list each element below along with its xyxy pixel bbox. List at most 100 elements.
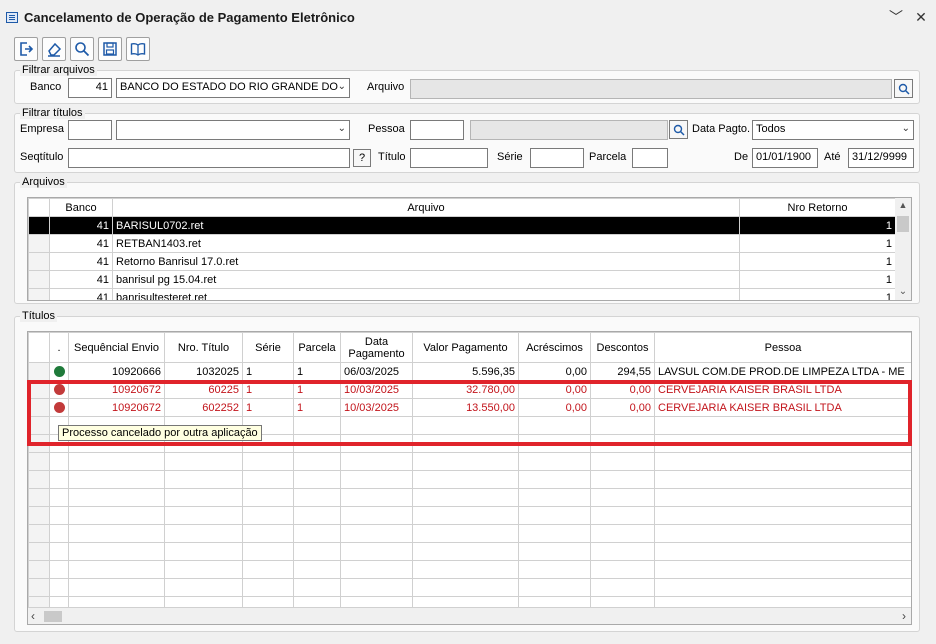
table-row[interactable]: 41 BARISUL0702.ret 1 [28, 216, 896, 235]
banco-code-field[interactable]: 41 [68, 78, 112, 98]
empresa-code-field[interactable] [68, 120, 112, 140]
column-header-status[interactable]: . [49, 332, 69, 363]
cell-nro-retorno: 1 [739, 270, 896, 289]
arquivo-search-button[interactable] [894, 79, 913, 98]
data-pagto-select-value: Todos [756, 123, 786, 135]
data-pagto-select[interactable]: Todos ⌄ [752, 120, 914, 140]
help-button[interactable]: ? [353, 149, 371, 167]
row-indicator [28, 362, 50, 381]
cell-nro-titulo: 1032025 [164, 362, 243, 381]
empty-row [28, 452, 911, 471]
date-from-field[interactable]: 01/01/1900 [752, 148, 818, 168]
ate-label: Até [824, 151, 841, 163]
banco-select-value: BANCO DO ESTADO DO RIO GRANDE DO [120, 81, 338, 93]
empty-row [28, 470, 911, 489]
row-indicator [28, 234, 50, 253]
serie-field[interactable] [530, 148, 584, 168]
titulos-horizontal-scrollbar[interactable]: ‹ › [28, 607, 911, 624]
chevron-down-icon: ⌄ [337, 123, 346, 134]
chevron-down-icon[interactable]: ﹀ [888, 9, 904, 25]
status-cell [49, 362, 69, 381]
close-icon[interactable]: ✕ [913, 9, 929, 25]
arquivos-grid[interactable]: Banco Arquivo Nro Retorno 41 BARISUL0702… [27, 197, 912, 301]
empty-row [28, 578, 911, 597]
column-header-descontos[interactable]: Descontos [590, 332, 655, 363]
titulos-grid[interactable]: . Sequêncial Envio Nro. Título Série Par… [27, 331, 912, 625]
serie-label: Série [497, 151, 523, 163]
cell-pessoa: LAVSUL COM.DE PROD.DE LIMPEZA LTDA - ME [654, 362, 911, 381]
cell-nro-retorno: 1 [739, 252, 896, 271]
empresa-select[interactable]: ⌄ [116, 120, 350, 140]
window-title: Cancelamento de Operação de Pagamento El… [24, 10, 355, 25]
seqtitulo-label: Seqtítulo [20, 151, 64, 163]
help-book-button[interactable] [126, 37, 150, 61]
book-icon [130, 43, 146, 56]
table-row[interactable]: 41 banrisultesteret.ret 1 [28, 288, 896, 300]
filtrar-titulos-legend: Filtrar títulos [20, 107, 85, 119]
column-header-pessoa[interactable]: Pessoa [654, 332, 911, 363]
column-header-acrescimos[interactable]: Acréscimos [518, 332, 591, 363]
de-label: De [734, 151, 749, 163]
row-indicator [28, 270, 50, 289]
row-indicator [28, 252, 50, 271]
cell-banco: 41 [49, 288, 113, 300]
exit-button[interactable] [14, 37, 38, 61]
chevron-right-icon[interactable]: › [902, 609, 906, 623]
row-indicator-header [28, 332, 50, 363]
eraser-icon [48, 42, 62, 57]
column-header-data-pagamento[interactable]: Data Pagamento [340, 332, 413, 363]
table-row[interactable]: 41 Retorno Banrisul 17.0.ret 1 [28, 252, 896, 271]
cell-banco: 41 [49, 252, 113, 271]
column-header-banco[interactable]: Banco [49, 198, 113, 217]
row-indicator [28, 216, 50, 235]
cell-sequencial: 10920666 [68, 362, 165, 381]
column-header-nro-retorno[interactable]: Nro Retorno [739, 198, 896, 217]
cell-nro-retorno: 1 [739, 216, 896, 235]
data-pagto-label: Data Pagto. [692, 123, 751, 135]
column-header-valor-pagamento[interactable]: Valor Pagamento [412, 332, 519, 363]
search-button[interactable] [70, 37, 94, 61]
scrollbar-thumb[interactable] [897, 216, 909, 232]
parcela-field[interactable] [632, 148, 668, 168]
cell-banco: 41 [49, 270, 113, 289]
cell-arquivo: Retorno Banrisul 17.0.ret [112, 252, 740, 271]
cell-parcela: 1 [293, 362, 341, 381]
titulos-legend: Títulos [20, 310, 58, 322]
banco-select[interactable]: BANCO DO ESTADO DO RIO GRANDE DO ⌄ [116, 78, 350, 98]
cell-arquivo: BARISUL0702.ret [112, 216, 740, 235]
table-row[interactable]: 10920666 1032025 1 1 06/03/2025 5.596,35… [28, 362, 911, 381]
pessoa-search-button[interactable] [669, 120, 688, 139]
empresa-label: Empresa [20, 123, 65, 135]
arquivo-field[interactable] [410, 79, 892, 99]
search-icon [673, 124, 685, 136]
search-icon [75, 42, 90, 57]
column-header-nro-titulo[interactable]: Nro. Título [164, 332, 243, 363]
titulos-table: . Sequêncial Envio Nro. Título Série Par… [28, 332, 911, 624]
arquivo-label: Arquivo [367, 81, 405, 93]
pessoa-name-field[interactable] [470, 120, 668, 140]
clear-button[interactable] [42, 37, 66, 61]
chevron-down-icon[interactable]: ⌄ [897, 286, 909, 298]
column-header-parcela[interactable]: Parcela [293, 332, 341, 363]
cell-data: 06/03/2025 [340, 362, 413, 381]
cell-nro-retorno: 1 [739, 288, 896, 300]
scrollbar-thumb[interactable] [44, 611, 62, 622]
chevron-down-icon: ⌄ [901, 123, 910, 134]
table-row[interactable]: 41 banrisul pg 15.04.ret 1 [28, 270, 896, 289]
arquivos-legend: Arquivos [20, 176, 67, 188]
chevron-left-icon[interactable]: ‹ [31, 609, 35, 623]
save-button[interactable] [98, 37, 122, 61]
column-header-arquivo[interactable]: Arquivo [112, 198, 740, 217]
column-header-serie[interactable]: Série [242, 332, 294, 363]
column-header-sequencial[interactable]: Sequêncial Envio [68, 332, 165, 363]
table-row[interactable]: 41 RETBAN1403.ret 1 [28, 234, 896, 253]
date-to-field[interactable]: 31/12/9999 [848, 148, 914, 168]
exit-icon [20, 42, 34, 56]
titulo-field[interactable] [410, 148, 488, 168]
seqtitulo-field[interactable] [68, 148, 350, 168]
titulos-header-row: . Sequêncial Envio Nro. Título Série Par… [28, 332, 911, 363]
cell-nro-retorno: 1 [739, 234, 896, 253]
scroll-up-icon[interactable]: ▲ [897, 200, 909, 212]
arquivos-vertical-scrollbar[interactable]: ▲ ⌄ [895, 198, 911, 300]
pessoa-code-field[interactable] [410, 120, 464, 140]
